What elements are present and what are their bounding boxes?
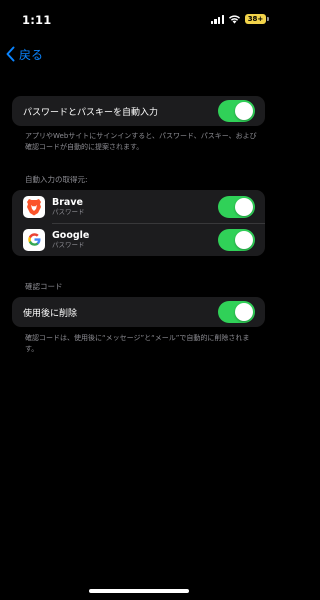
provider-subtitle-brave: パスワード <box>52 208 85 216</box>
autofill-row: パスワードとパスキーを自動入力 <box>12 96 265 126</box>
autofill-footer: アプリやWebサイトにサインインすると、パスワード、パスキー、および確認コードが… <box>25 132 257 151</box>
google-toggle[interactable] <box>218 228 255 251</box>
autofill-toggle[interactable] <box>218 100 255 122</box>
google-g-icon <box>23 228 45 251</box>
toggle-knob <box>235 102 253 120</box>
toggle-knob <box>235 197 253 216</box>
status-bar: 1:11 38+ <box>0 0 278 42</box>
provider-name-google: Google <box>52 230 90 241</box>
autofill-group: パスワードとパスキーを自動入力 <box>12 96 265 126</box>
brave-toggle[interactable] <box>218 195 255 218</box>
wifi-icon <box>229 15 240 24</box>
delete-after-use-toggle[interactable] <box>218 301 255 323</box>
chevron-left-icon <box>6 46 15 62</box>
battery-icon: 38+ <box>245 14 269 24</box>
verification-codes-group: 使用後に削除 <box>12 297 265 327</box>
cellular-signal-icon <box>210 14 224 24</box>
autofill-label: パスワードとパスキーを自動入力 <box>23 107 159 118</box>
home-indicator[interactable] <box>89 589 189 593</box>
provider-subtitle-google: パスワード <box>52 241 85 249</box>
status-icons: 38+ <box>210 14 269 24</box>
battery-level: 38+ <box>247 15 264 23</box>
verification-codes-footer: 確認コードは、使用後に“メッセージ”と“メール”で自動的に削除されます。 <box>25 334 250 353</box>
back-button-label: 戻る <box>19 47 44 62</box>
verification-codes-header: 確認コード <box>25 282 63 291</box>
toggle-knob <box>235 303 253 321</box>
toggle-knob <box>235 230 253 249</box>
provider-row-brave: Brave パスワード <box>12 190 265 223</box>
delete-after-use-row: 使用後に削除 <box>12 297 265 327</box>
provider-name-brave: Brave <box>52 197 83 208</box>
status-time: 1:11 <box>22 13 52 27</box>
provider-row-google: Google パスワード <box>12 223 265 256</box>
autofill-from-group: Brave パスワード Google パスワード <box>12 190 265 256</box>
delete-after-use-label: 使用後に削除 <box>23 308 78 319</box>
autofill-from-header: 自動入力の取得元: <box>25 175 88 184</box>
back-button[interactable]: 戻る <box>6 44 43 64</box>
brave-lion-icon <box>23 195 45 218</box>
